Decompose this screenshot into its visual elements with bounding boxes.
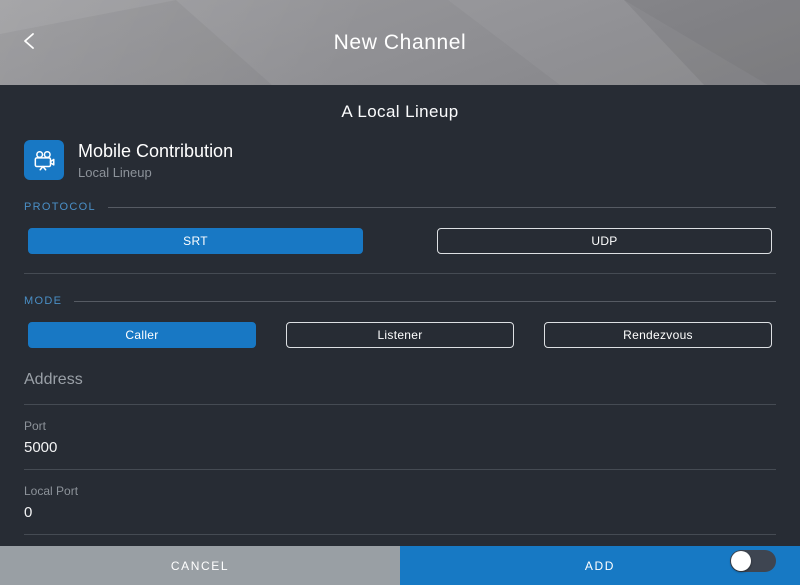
local-port-input[interactable] [24, 504, 776, 521]
video-camera-icon [24, 140, 64, 180]
local-port-label: Local Port [24, 484, 776, 498]
section-divider-line [108, 207, 776, 208]
divider [24, 273, 776, 274]
protocol-options: SRT UDP [28, 228, 772, 254]
main-content: A Local Lineup Mobile Contribution Local… [0, 85, 800, 546]
channel-info-row: Mobile Contribution Local Lineup [24, 140, 776, 180]
lineup-heading: A Local Lineup [0, 102, 800, 122]
address-input[interactable] [24, 371, 776, 389]
cancel-button[interactable]: CANCEL [0, 546, 400, 585]
mode-option-rendezvous[interactable]: Rendezvous [544, 322, 772, 348]
protocol-option-srt[interactable]: SRT [28, 228, 363, 254]
mode-option-listener[interactable]: Listener [286, 322, 514, 348]
header: New Channel [0, 0, 800, 85]
mode-section-label: MODE [24, 295, 62, 307]
local-port-field: Local Port [24, 484, 776, 535]
mode-options: Caller Listener Rendezvous [28, 322, 772, 348]
chevron-left-icon [19, 30, 41, 55]
mode-section-header: MODE [24, 295, 776, 307]
section-divider-line [74, 301, 776, 302]
mode-option-caller[interactable]: Caller [28, 322, 256, 348]
channel-name: Mobile Contribution [78, 141, 233, 162]
back-button[interactable] [10, 23, 50, 63]
footer-action-bar: CANCEL ADD [0, 546, 800, 585]
new-channel-screen: New Channel A Local Lineup Mobile Contri… [0, 0, 800, 585]
protocol-section-header: PROTOCOL [24, 201, 776, 213]
encryption-toggle[interactable] [730, 550, 776, 572]
port-label: Port [24, 419, 776, 433]
channel-text: Mobile Contribution Local Lineup [78, 141, 233, 180]
page-title: New Channel [334, 31, 467, 55]
channel-type: Local Lineup [78, 165, 233, 180]
protocol-option-udp[interactable]: UDP [437, 228, 772, 254]
port-input[interactable] [24, 439, 776, 456]
toggle-knob-icon [731, 551, 751, 571]
protocol-section-label: PROTOCOL [24, 201, 96, 213]
port-field: Port [24, 419, 776, 470]
address-field [24, 371, 776, 405]
